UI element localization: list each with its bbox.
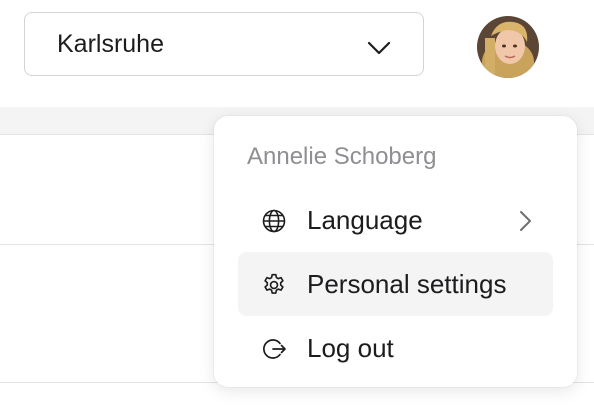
logout-icon (261, 336, 287, 362)
gear-icon (261, 272, 287, 298)
top-bar: Karlsruhe (0, 0, 594, 107)
menu-item-label: Language (307, 205, 423, 235)
menu-item-label: Personal settings (307, 269, 507, 299)
user-menu: Annelie Schoberg Language Personal setti… (214, 116, 577, 387)
menu-item-personal-settings[interactable]: Personal settings (238, 252, 553, 316)
chevron-down-icon (367, 34, 391, 63)
location-select-value: Karlsruhe (57, 29, 164, 58)
menu-item-language[interactable]: Language (238, 188, 553, 252)
user-name: Annelie Schoberg (247, 143, 437, 170)
menu-item-log-out[interactable]: Log out (238, 316, 553, 380)
globe-icon (261, 208, 287, 234)
menu-item-label: Log out (307, 333, 394, 363)
location-select[interactable]: Karlsruhe (24, 12, 424, 76)
chevron-right-icon (518, 210, 532, 237)
avatar[interactable] (477, 16, 539, 78)
